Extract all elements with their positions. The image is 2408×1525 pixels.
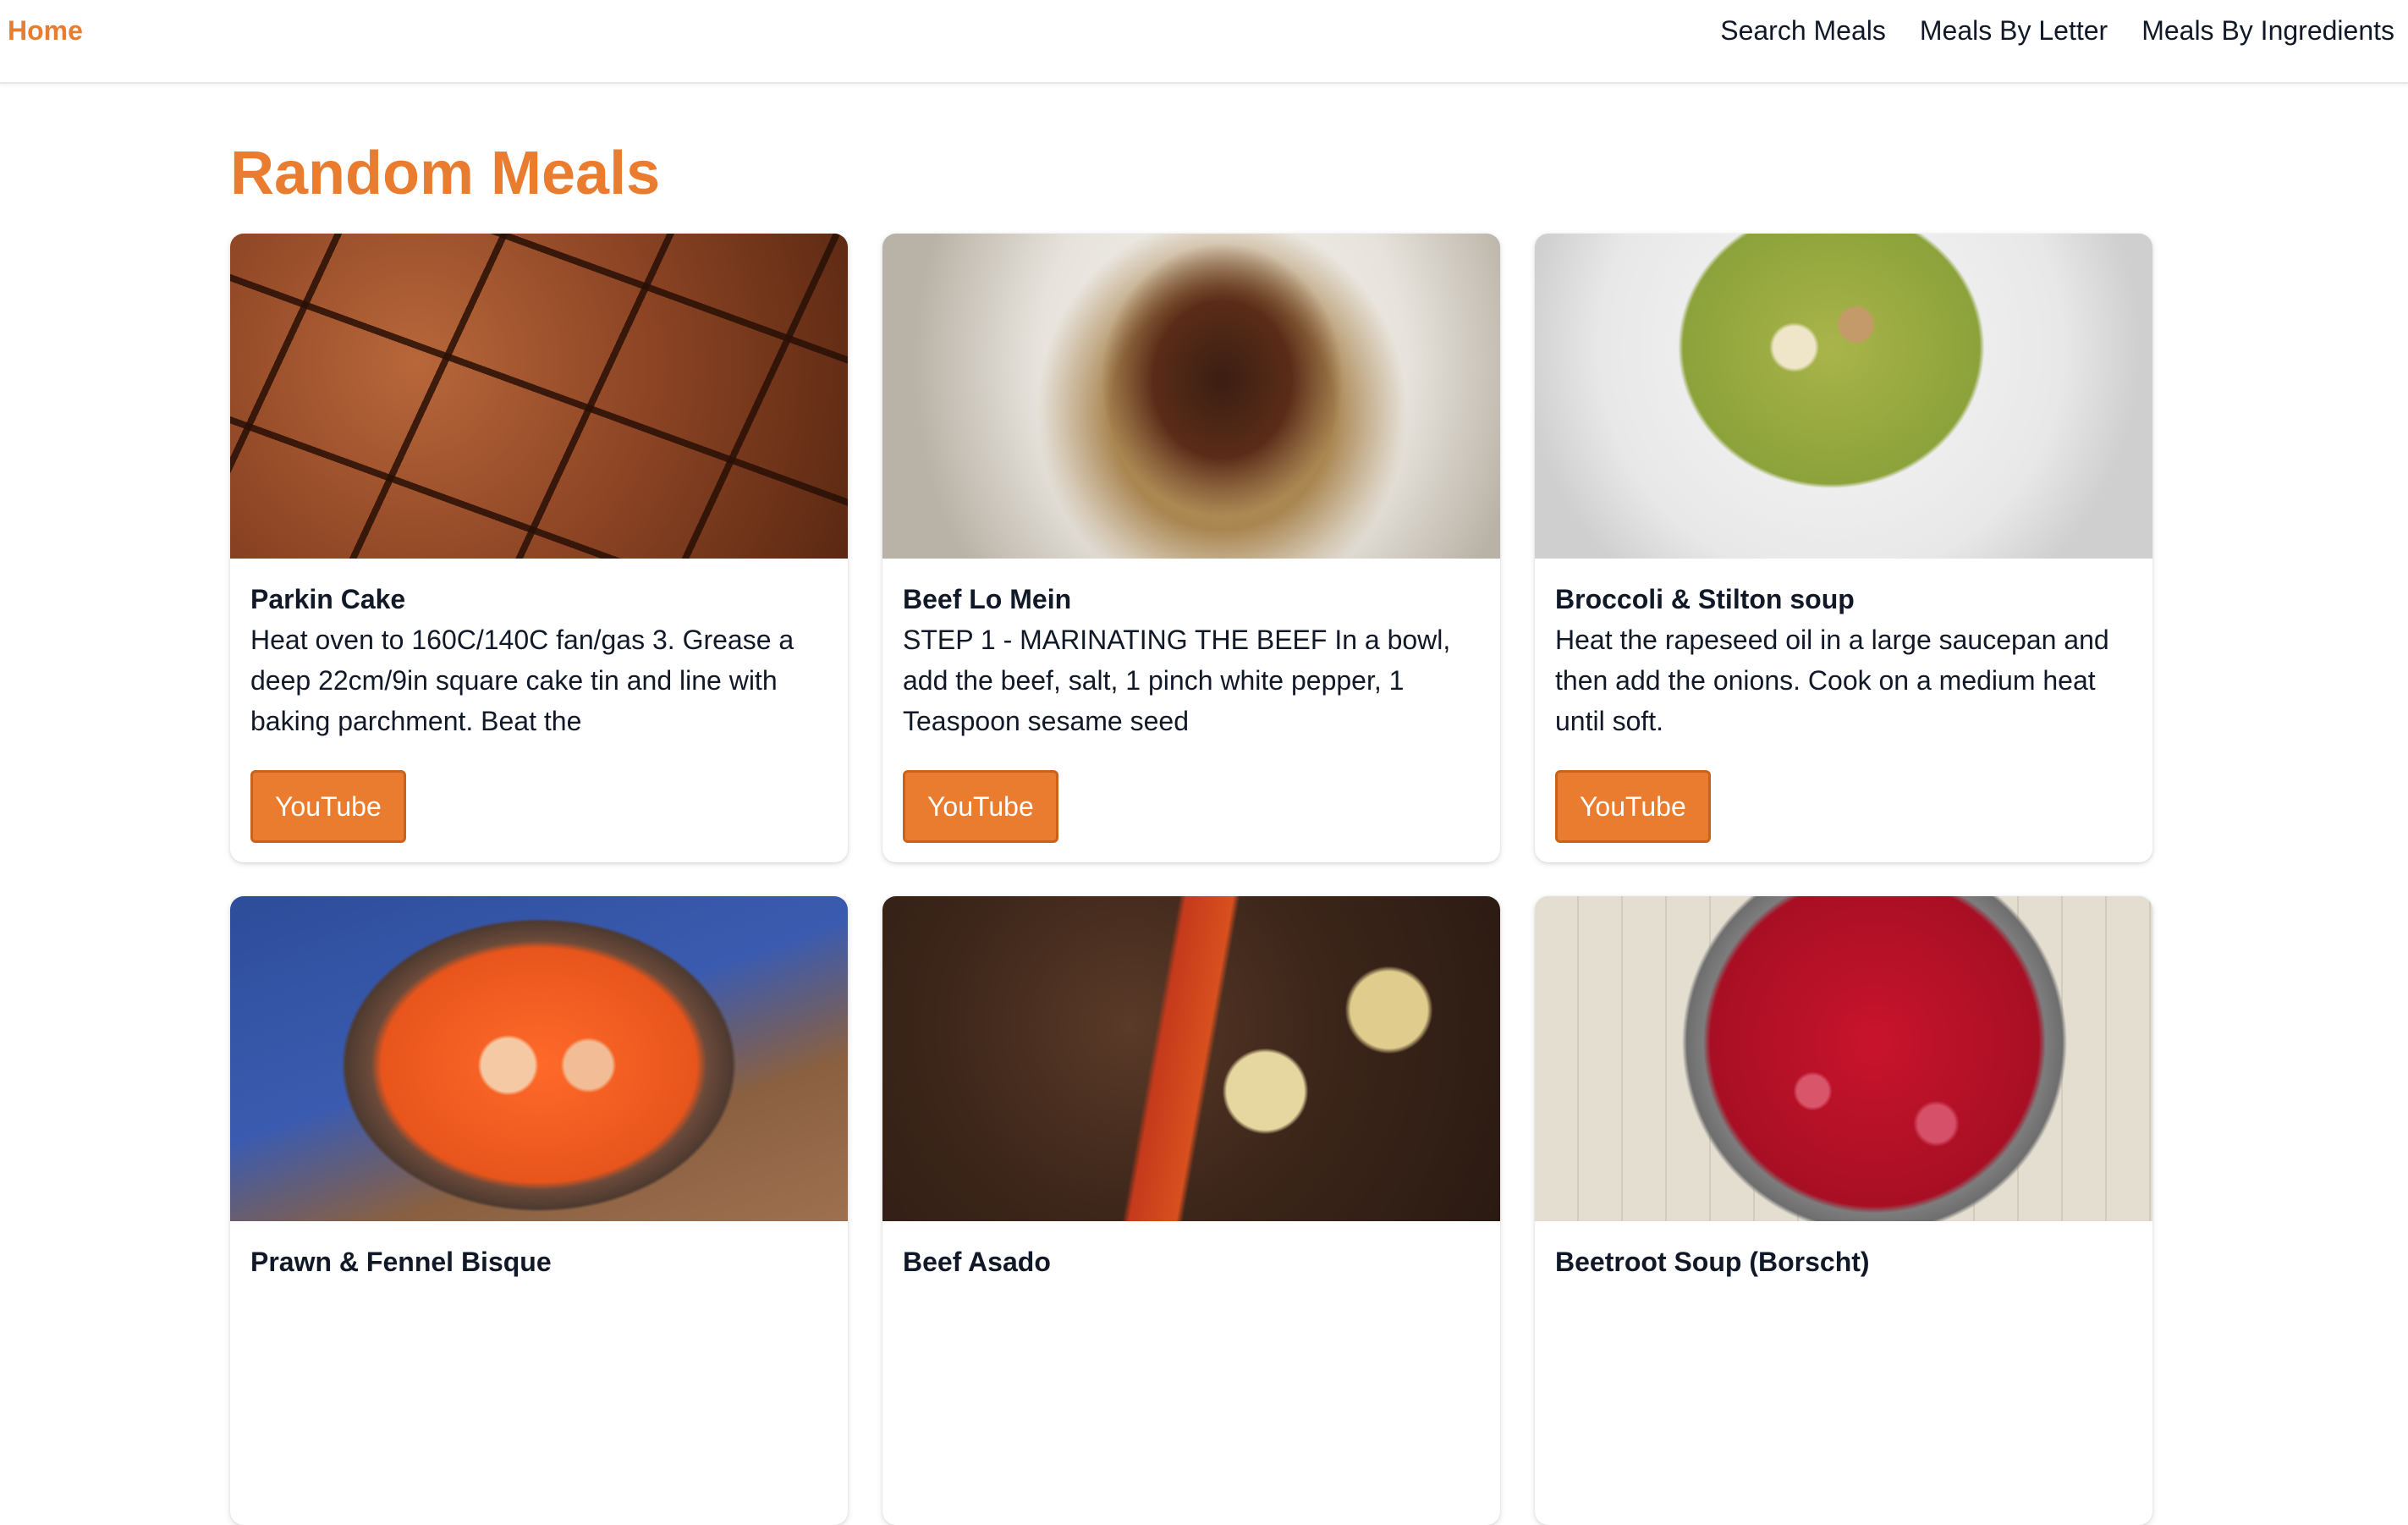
nav-meals-by-ingredients-link[interactable]: Meals By Ingredients bbox=[2141, 14, 2394, 47]
meal-image[interactable] bbox=[230, 896, 848, 1221]
meal-image[interactable] bbox=[1535, 234, 2152, 559]
meal-card: Parkin Cake Heat oven to 160C/140C fan/g… bbox=[230, 234, 848, 862]
meal-title[interactable]: Beef Lo Mein bbox=[903, 579, 1480, 619]
page-title: Random Meals bbox=[230, 140, 661, 207]
nav-search-meals-link[interactable]: Search Meals bbox=[1720, 14, 1886, 47]
nav-meals-by-letter-link[interactable]: Meals By Letter bbox=[1920, 14, 2108, 47]
meal-image[interactable] bbox=[882, 234, 1500, 559]
meal-card-body: Broccoli & Stilton soup Heat the rapesee… bbox=[1535, 559, 2152, 843]
meal-card-body: Beef Lo Mein STEP 1 - MARINATING THE BEE… bbox=[882, 559, 1500, 843]
youtube-button[interactable]: YouTube bbox=[903, 770, 1058, 843]
meal-card-body: Prawn & Fennel Bisque bbox=[230, 1221, 848, 1282]
meal-image[interactable] bbox=[1535, 896, 2152, 1221]
meal-card-body: Beef Asado bbox=[882, 1221, 1500, 1282]
meal-card: Prawn & Fennel Bisque bbox=[230, 896, 848, 1525]
meal-image[interactable] bbox=[882, 896, 1500, 1221]
meal-image[interactable] bbox=[230, 234, 848, 559]
meal-card: Broccoli & Stilton soup Heat the rapesee… bbox=[1535, 234, 2152, 862]
nav-links: Search Meals Meals By Letter Meals By In… bbox=[1720, 14, 2394, 47]
youtube-button[interactable]: YouTube bbox=[1555, 770, 1711, 843]
meal-card-body: Parkin Cake Heat oven to 160C/140C fan/g… bbox=[230, 559, 848, 843]
meal-title[interactable]: Broccoli & Stilton soup bbox=[1555, 579, 2132, 619]
meal-title[interactable]: Beetroot Soup (Borscht) bbox=[1555, 1241, 2132, 1282]
top-navbar: Home Search Meals Meals By Letter Meals … bbox=[0, 0, 2408, 84]
meal-title[interactable]: Prawn & Fennel Bisque bbox=[250, 1241, 827, 1282]
meal-description: STEP 1 - MARINATING THE BEEF In a bowl, … bbox=[903, 625, 1451, 736]
meal-title[interactable]: Beef Asado bbox=[903, 1241, 1480, 1282]
meal-card: Beef Asado bbox=[882, 896, 1500, 1525]
meal-title[interactable]: Parkin Cake bbox=[250, 579, 827, 619]
meal-grid: Parkin Cake Heat oven to 160C/140C fan/g… bbox=[230, 234, 2152, 1525]
meal-card: Beetroot Soup (Borscht) bbox=[1535, 896, 2152, 1525]
meal-description: Heat oven to 160C/140C fan/gas 3. Grease… bbox=[250, 625, 794, 736]
meal-card-body: Beetroot Soup (Borscht) bbox=[1535, 1221, 2152, 1282]
youtube-button[interactable]: YouTube bbox=[250, 770, 406, 843]
meal-card: Beef Lo Mein STEP 1 - MARINATING THE BEE… bbox=[882, 234, 1500, 862]
meal-description: Heat the rapeseed oil in a large saucepa… bbox=[1555, 625, 2109, 736]
nav-home-link[interactable]: Home bbox=[8, 14, 83, 47]
